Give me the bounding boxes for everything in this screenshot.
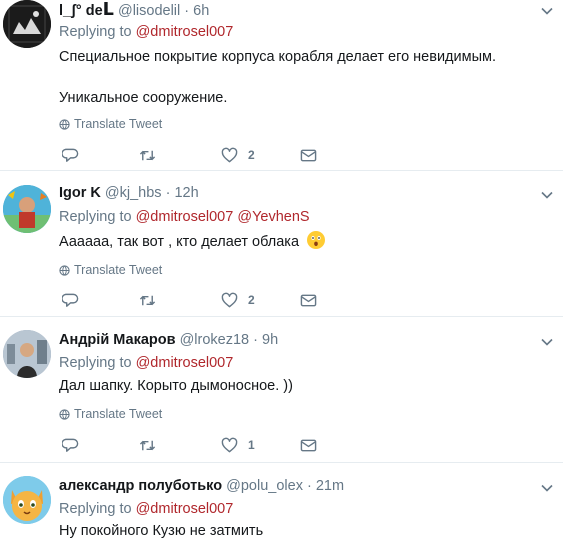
retweet-icon (139, 150, 156, 160)
astonished-face-emoji-icon (307, 231, 326, 249)
tweet-text: Аааааа, так вот , кто делает облака (59, 231, 326, 252)
tweet-header: l_ʃ° deᒪ @lisodelil · 6h (59, 0, 209, 20)
chevron-down-icon[interactable] (540, 4, 554, 18)
display-name[interactable]: Андрій Макаров (59, 332, 176, 348)
retweet-button[interactable] (139, 290, 156, 310)
mention-link[interactable]: @YevhenS (237, 209, 309, 225)
retweet-icon (139, 440, 156, 450)
display-name[interactable]: Igor K (59, 185, 101, 201)
like-button[interactable]: 2 (221, 290, 255, 310)
translate-tweet-link[interactable]: Translate Tweet (59, 406, 162, 422)
tweet[interactable]: Андрій Макаров @lrokez18 · 9h Replying t… (0, 318, 563, 463)
globe-icon (59, 118, 70, 130)
tweet[interactable]: александр полуботько @polu_olex · 21m Re… (0, 464, 563, 542)
like-count: 2 (248, 148, 255, 162)
replying-label: Replying to (59, 24, 132, 40)
timestamp[interactable]: 21m (316, 478, 344, 494)
retweet-icon (139, 295, 156, 305)
replying-to: Replying to @dmitrosel007 (59, 500, 233, 518)
avatar[interactable] (3, 0, 51, 48)
reply-button[interactable] (62, 145, 79, 165)
like-button[interactable]: 1 (221, 435, 255, 455)
reply-button[interactable] (62, 290, 79, 310)
timestamp[interactable]: 9h (262, 332, 278, 348)
tweet-actions: 1 (59, 435, 329, 455)
chevron-down-icon[interactable] (540, 188, 554, 202)
reply-icon (62, 293, 79, 307)
translate-label: Translate Tweet (74, 407, 163, 421)
separator-dot: · (165, 185, 171, 201)
translate-label: Translate Tweet (74, 263, 163, 277)
tweet-text: Уникальное сооружение. (59, 90, 228, 106)
replying-label: Replying to (59, 501, 132, 517)
tweet-text: Специальное покрытие корпуса корабля дел… (59, 49, 496, 65)
timestamp[interactable]: 12h (174, 185, 198, 201)
display-name[interactable]: александр полуботько (59, 478, 222, 494)
chevron-down-icon[interactable] (540, 481, 554, 495)
tweet[interactable]: l_ʃ° deᒪ @lisodelil · 6h Replying to @dm… (0, 0, 563, 171)
tweet-text: Дал шапку. Корыто дымоносное. )) (59, 378, 293, 394)
avatar[interactable] (3, 330, 51, 378)
replying-to: Replying to @dmitrosel007 @YevhenS (59, 208, 310, 226)
separator-dot: · (306, 478, 312, 494)
like-count: 2 (248, 293, 255, 307)
tweet-header: Igor K @kj_hbs · 12h (59, 184, 199, 202)
replying-label: Replying to (59, 355, 132, 371)
tweet-text-line: Аааааа, так вот , кто делает облака (59, 234, 300, 250)
globe-icon (59, 264, 70, 276)
avatar[interactable] (3, 185, 51, 233)
envelope-icon (300, 149, 317, 161)
like-button[interactable]: 2 (221, 145, 255, 165)
retweet-button[interactable] (139, 435, 156, 455)
mention-link[interactable]: @dmitrosel007 (136, 209, 234, 225)
username[interactable]: @lisodelil (118, 3, 180, 19)
separator-dot: · (253, 332, 258, 348)
replying-label: Replying to (59, 209, 132, 225)
globe-icon (59, 408, 70, 420)
translate-label: Translate Tweet (74, 117, 163, 131)
reply-icon (62, 148, 79, 162)
mention-link[interactable]: @dmitrosel007 (136, 501, 234, 517)
username[interactable]: @polu_olex (226, 478, 303, 494)
separator-dot: · (184, 3, 190, 19)
username[interactable]: @lrokez18 (180, 332, 250, 348)
username[interactable]: @kj_hbs (105, 185, 162, 201)
retweet-button[interactable] (139, 145, 156, 165)
tweet-actions: 2 (59, 145, 329, 165)
translate-tweet-link[interactable]: Translate Tweet (59, 262, 162, 278)
reply-icon (62, 438, 79, 452)
tweet-header: Андрій Макаров @lrokez18 · 9h (59, 331, 278, 349)
replying-to: Replying to @dmitrosel007 (59, 23, 233, 41)
envelope-icon (300, 294, 317, 306)
heart-icon (221, 292, 238, 307)
translate-tweet-link[interactable]: Translate Tweet (59, 116, 162, 132)
tweet-actions: 2 (59, 290, 329, 310)
display-name[interactable]: l_ʃ° de (59, 3, 103, 19)
replying-to: Replying to @dmitrosel007 (59, 354, 233, 372)
mention-link[interactable]: @dmitrosel007 (136, 355, 234, 371)
heart-icon (221, 147, 238, 162)
direct-message-button[interactable] (300, 290, 317, 310)
direct-message-button[interactable] (300, 435, 317, 455)
tweet[interactable]: Igor K @kj_hbs · 12h Replying to @dmitro… (0, 172, 563, 317)
heart-icon (221, 437, 238, 452)
tweet-text: Ну покойного Кузю не затмить (59, 523, 264, 539)
reply-button[interactable] (62, 435, 79, 455)
chevron-down-icon[interactable] (540, 335, 554, 349)
direct-message-button[interactable] (300, 145, 317, 165)
timestamp[interactable]: 6h (193, 3, 209, 19)
mention-link[interactable]: @dmitrosel007 (136, 24, 234, 40)
avatar[interactable] (3, 476, 51, 524)
name-logo-mark: ᒪ (102, 0, 114, 19)
envelope-icon (300, 439, 317, 451)
like-count: 1 (248, 438, 255, 452)
tweet-header: александр полуботько @polu_olex · 21m (59, 477, 344, 495)
